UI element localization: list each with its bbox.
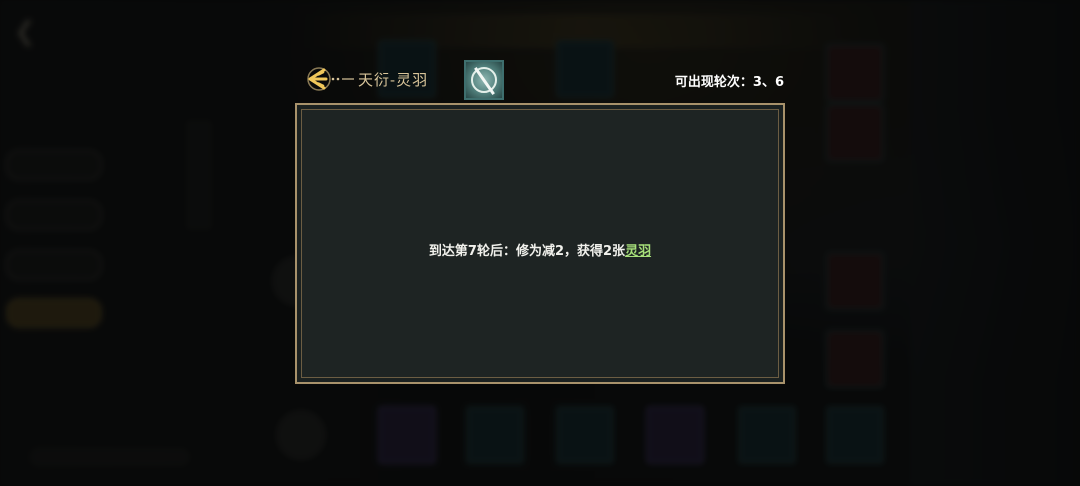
- card-title: 天衍-灵羽: [358, 71, 429, 89]
- tooltip-header: 天衍-灵羽 可出现轮次：3、6: [300, 60, 790, 100]
- keyword-link[interactable]: 灵羽: [625, 244, 651, 259]
- effect-panel: 到达第7轮后：修为减2，获得2张灵羽: [295, 103, 785, 384]
- compass-map-icon: [464, 60, 504, 100]
- effect-text: 到达第7轮后：修为减2，获得2张: [428, 244, 626, 259]
- arrow-emblem-icon: [307, 67, 354, 91]
- effect-description: 到达第7轮后：修为减2，获得2张灵羽: [302, 240, 778, 259]
- appearance-rounds-text: 可出现轮次：3、6: [674, 75, 784, 90]
- effect-panel-inner: 到达第7轮后：修为减2，获得2张灵羽: [301, 109, 779, 378]
